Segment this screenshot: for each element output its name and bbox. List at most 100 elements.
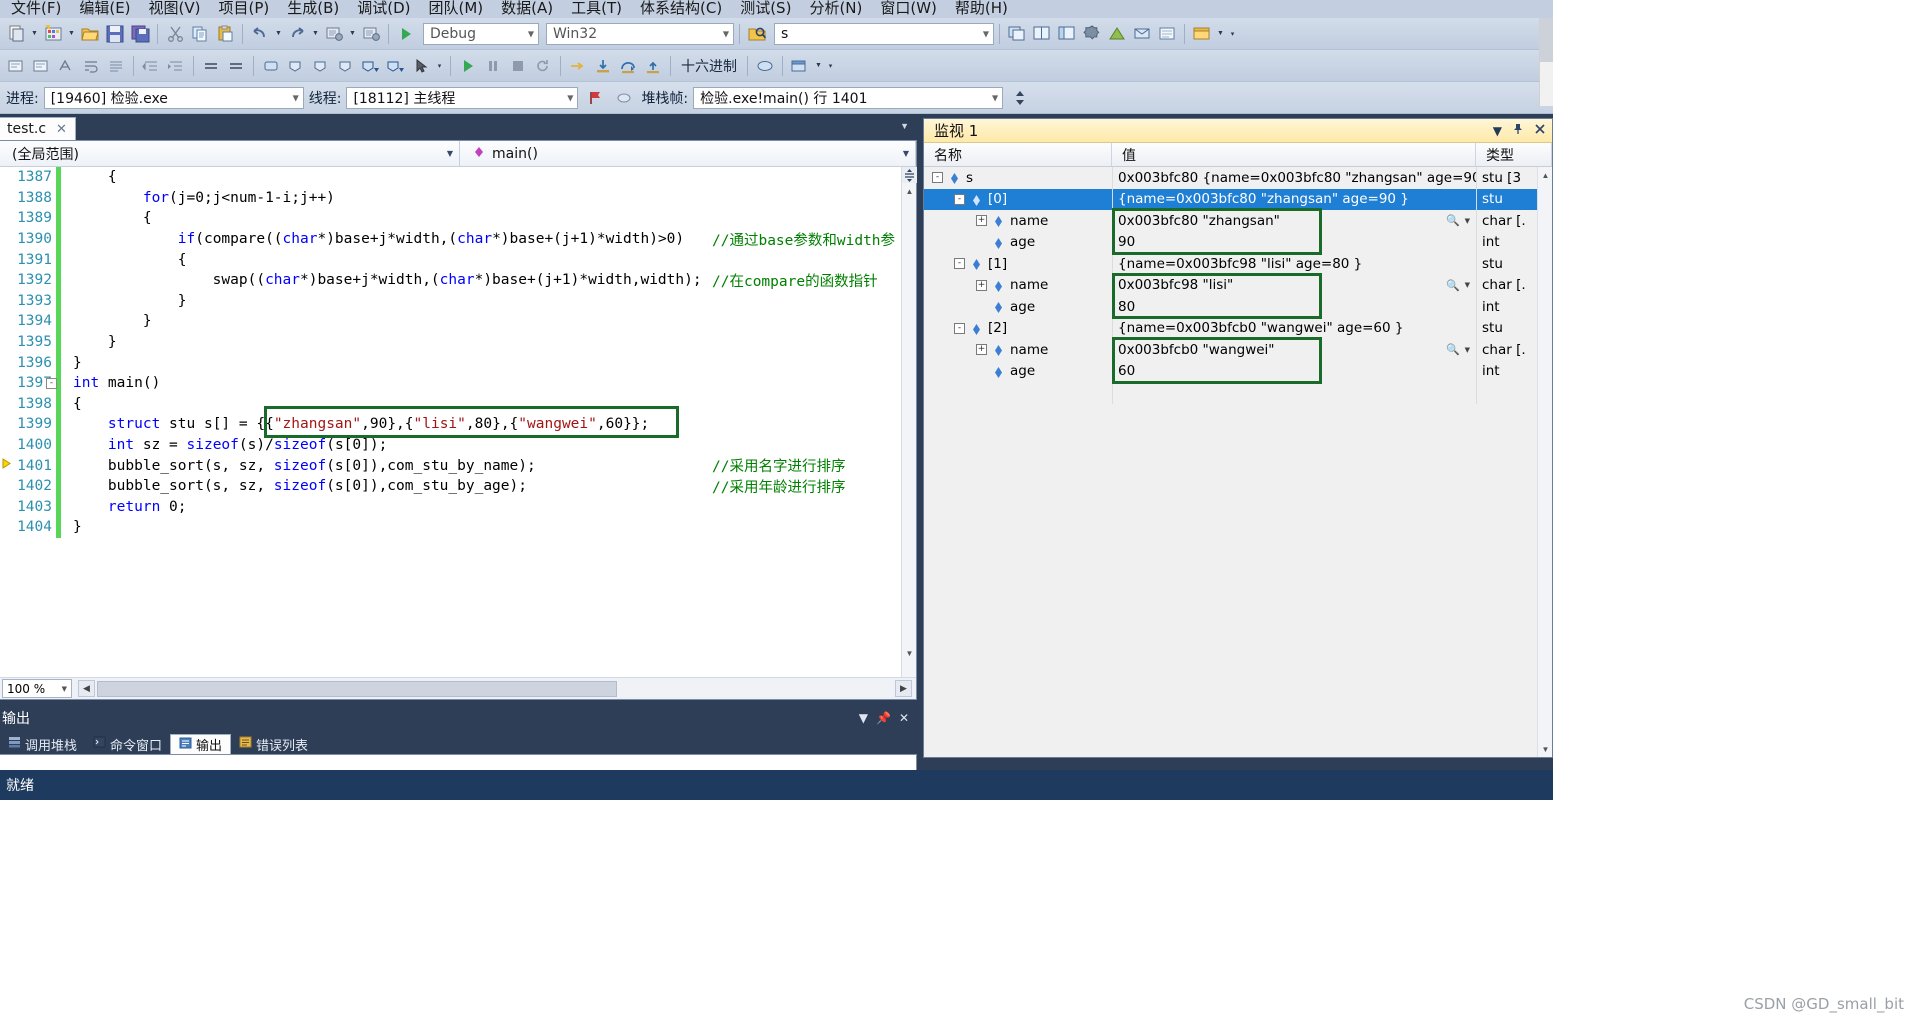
data-tip-icon[interactable] xyxy=(993,280,1004,292)
stop-debugging-icon[interactable] xyxy=(506,54,530,78)
add-item-icon[interactable] xyxy=(41,22,65,46)
view-whitespace-icon[interactable] xyxy=(104,54,128,78)
code-line[interactable]: 1393 } xyxy=(0,290,916,312)
app-scrollbar-thumb[interactable] xyxy=(1540,18,1553,62)
step-out-icon[interactable] xyxy=(641,54,665,78)
watch-value-cell[interactable]: {name=0x003bfc98 "lisi" age=80 } xyxy=(1112,253,1476,275)
expander-icon[interactable]: - xyxy=(954,193,965,205)
chevron-down-icon[interactable]: ▼ xyxy=(1465,346,1470,354)
new-project-dropdown-icon[interactable]: ▼ xyxy=(29,30,40,37)
navigate-backward-icon[interactable] xyxy=(322,22,346,46)
app-scrollbar[interactable] xyxy=(1539,18,1553,106)
hscroll-thumb[interactable] xyxy=(97,680,617,697)
member-combo[interactable]: main() ▼ xyxy=(460,141,916,166)
undo-dropdown-icon[interactable]: ▼ xyxy=(273,30,284,37)
uncomment-selection-icon[interactable] xyxy=(29,54,53,78)
menu-item-analyze[interactable]: 分析(N) xyxy=(800,0,871,19)
split-view-grip[interactable] xyxy=(902,167,917,183)
code-line[interactable]: 1404} xyxy=(0,517,916,538)
code-surface[interactable]: 1387 {1388 for(j=0;j<num-1-i;j++) 1389 {1… xyxy=(0,167,916,677)
close-icon[interactable] xyxy=(1534,123,1546,138)
expander-icon[interactable]: - xyxy=(932,172,943,184)
menu-item-tools[interactable]: 工具(T) xyxy=(562,0,631,19)
scroll-down-arrow[interactable]: ▼ xyxy=(902,645,917,661)
watch-value-cell[interactable]: 60 xyxy=(1112,361,1476,383)
watch-value-cell[interactable]: 0x003bfc80 {name=0x003bfc80 "zhangsan" a… xyxy=(1112,167,1476,189)
code-line[interactable]: 1400 int sz = sizeof(s)/sizeof(s[0]); xyxy=(0,434,916,456)
watch-row[interactable]: + name 0x003bfcb0 "wangwei" 🔍 ▼ char [. xyxy=(924,339,1552,361)
chevron-down-icon[interactable]: ▼ xyxy=(1465,281,1470,289)
menu-item-window[interactable]: 窗口(W) xyxy=(871,0,946,19)
data-tip-icon[interactable] xyxy=(971,258,982,271)
watch-value-cell[interactable]: 0x003bfc80 "zhangsan" 🔍 ▼ xyxy=(1112,210,1476,232)
code-line[interactable]: 1402 bubble_sort(s, sz, sizeof(s[0]),com… xyxy=(0,475,916,497)
show-threads-icon[interactable] xyxy=(612,86,636,110)
solution-explorer-icon[interactable] xyxy=(1055,22,1079,46)
next-bookmark-folder-icon[interactable] xyxy=(384,54,408,78)
code-line[interactable]: 1395 } xyxy=(0,331,916,353)
watch-row[interactable]: age 80 int xyxy=(924,296,1552,318)
window-layout-icon[interactable] xyxy=(1190,22,1214,46)
save-icon[interactable] xyxy=(103,22,127,46)
increase-indent-icon[interactable] xyxy=(164,54,188,78)
search-input[interactable]: s ▼ xyxy=(774,22,994,45)
new-project-icon[interactable] xyxy=(4,22,28,46)
redo-dropdown-icon[interactable]: ▼ xyxy=(310,30,321,37)
step-into-icon[interactable] xyxy=(591,54,615,78)
watch-row[interactable]: age 90 int xyxy=(924,232,1552,254)
add-bookmark-icon[interactable] xyxy=(359,54,383,78)
menu-item-test[interactable]: 测试(S) xyxy=(731,0,800,19)
close-icon[interactable]: ✕ xyxy=(56,122,67,137)
flag-thread-icon[interactable] xyxy=(583,86,607,110)
pin-icon[interactable]: 📌 xyxy=(876,711,891,725)
code-line[interactable]: 1401 bubble_sort(s, sz, sizeof(s[0]),com… xyxy=(0,455,916,476)
column-header-value[interactable]: 值 xyxy=(1112,143,1476,166)
watch-vertical-scrollbar[interactable]: ▲ ▼ xyxy=(1537,167,1552,757)
data-tip-icon[interactable] xyxy=(949,172,960,185)
tab-call-stack[interactable]: 调用堆栈 xyxy=(0,734,85,754)
team-explorer-icon[interactable] xyxy=(1130,22,1154,46)
expander-icon[interactable]: - xyxy=(954,322,965,334)
scope-combo[interactable]: (全局范围) ▼ xyxy=(0,141,460,166)
code-line[interactable]: 1388 for(j=0;j<num-1-i;j++) xyxy=(0,187,916,209)
add-item-dropdown-icon[interactable]: ▼ xyxy=(66,30,77,37)
stack-frame-combo[interactable]: 检验.exe!main() 行 1401 ▼ xyxy=(693,86,1004,109)
toolbar-overflow-icon[interactable]: ▾ xyxy=(434,62,445,70)
expander-icon[interactable]: + xyxy=(976,279,987,291)
tab-command-window[interactable]: 命令窗口 xyxy=(85,734,170,754)
cut-icon[interactable] xyxy=(163,22,187,46)
open-file-icon[interactable] xyxy=(78,22,102,46)
watch-value-cell[interactable] xyxy=(1112,382,1476,404)
code-line[interactable]: 1398 { xyxy=(0,393,916,415)
close-icon[interactable]: ✕ xyxy=(899,711,909,725)
data-tip-icon[interactable] xyxy=(993,344,1004,357)
menu-item-edit[interactable]: 编辑(E) xyxy=(70,0,139,19)
debug-windows-icon[interactable] xyxy=(788,54,812,78)
code-line[interactable]: 1390 if(compare((char*)base+j*width,(cha… xyxy=(0,228,916,250)
menu-item-file[interactable]: 文件(F) xyxy=(2,0,70,19)
process-combo[interactable]: [19460] 检验.exe ▼ xyxy=(43,86,304,109)
zoom-level-combo[interactable]: 100 % ▼ xyxy=(2,679,72,698)
expander-icon[interactable]: + xyxy=(976,215,987,227)
watch-new-row[interactable] xyxy=(924,382,1552,404)
continue-icon[interactable] xyxy=(456,54,480,78)
expand-all-icon[interactable] xyxy=(224,54,248,78)
watch-row[interactable]: + name 0x003bfc80 "zhangsan" 🔍 ▼ char [. xyxy=(924,210,1552,232)
chevron-down-icon[interactable]: ▼ xyxy=(900,121,909,131)
pause-icon[interactable] xyxy=(481,54,505,78)
code-line[interactable]: 1397 int main() - xyxy=(0,372,916,394)
clear-bookmarks-icon[interactable] xyxy=(334,54,358,78)
pin-icon[interactable] xyxy=(1512,123,1524,138)
start-debugging-icon[interactable] xyxy=(394,22,418,46)
find-in-files-icon[interactable] xyxy=(745,22,769,46)
data-tip-icon[interactable] xyxy=(993,301,1004,314)
toolbar-overflow-icon[interactable]: ▾ xyxy=(1227,30,1238,38)
column-header-name[interactable]: 名称 xyxy=(924,143,1112,166)
collapse-all-icon[interactable] xyxy=(199,54,223,78)
expander-icon[interactable]: - xyxy=(954,258,965,270)
menu-item-debug[interactable]: 调试(D) xyxy=(348,0,419,19)
watch-value-cell[interactable]: 80 xyxy=(1112,296,1476,318)
code-line[interactable]: 1392 swap((char*)base+j*width,(char*)bas… xyxy=(0,269,916,291)
code-line[interactable]: 1396} xyxy=(0,352,916,373)
restart-icon[interactable] xyxy=(531,54,555,78)
